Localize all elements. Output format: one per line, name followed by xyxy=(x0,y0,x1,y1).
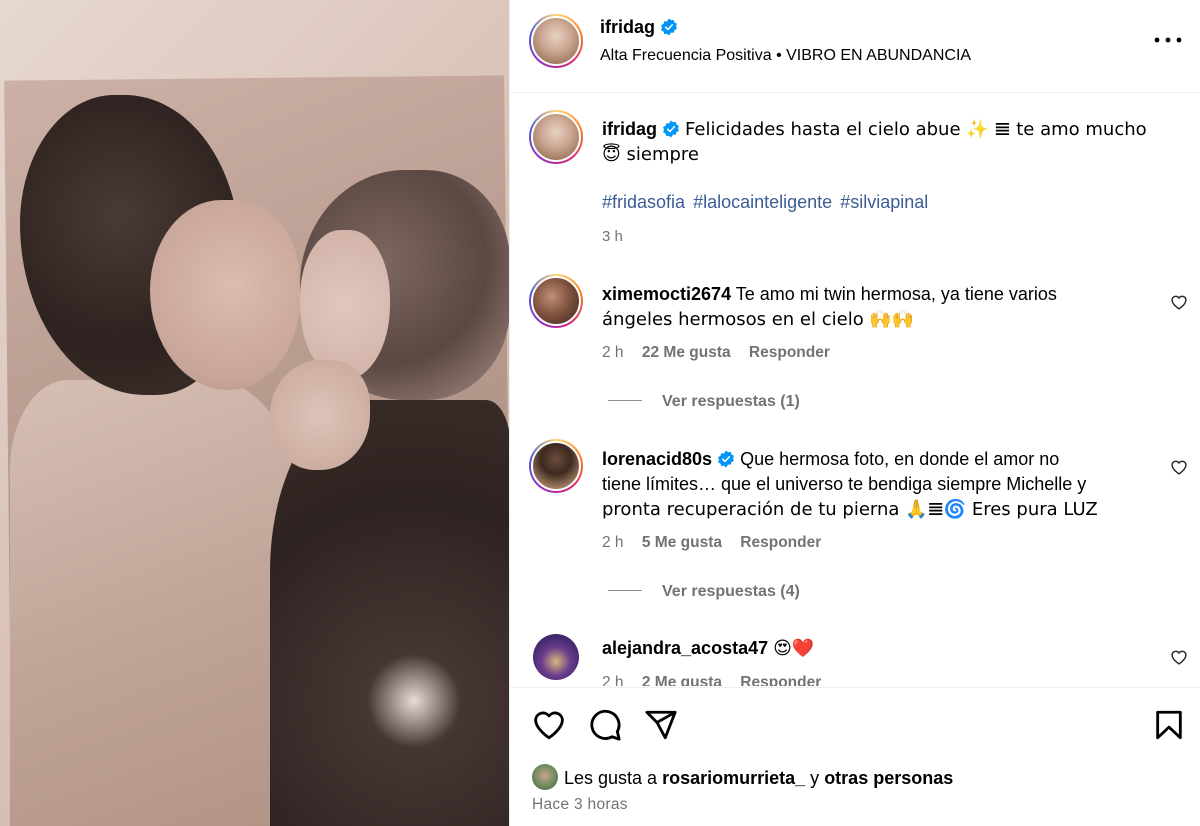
caption-username[interactable]: ifridag xyxy=(602,119,657,139)
comment-text: alejandra_acosta47 😍❤️ xyxy=(602,636,1162,661)
comment-likes[interactable]: 22 Me gusta xyxy=(642,344,731,361)
replies-divider xyxy=(608,400,642,401)
caption-line-2: 😇 siempre xyxy=(602,144,699,165)
comment-likes[interactable]: 2 Me gusta xyxy=(642,674,722,686)
commenter-avatar[interactable] xyxy=(529,439,583,493)
comment-text: ximemocti2674 Te amo mi twin hermosa, ya… xyxy=(602,282,1162,332)
bookmark-icon[interactable] xyxy=(1152,708,1186,742)
caption-text: ifridag Felicidades hasta el cielo abue … xyxy=(602,117,1162,167)
comment-text: lorenacid80s Que hermosa foto, en donde … xyxy=(602,447,1162,522)
comment-line-3: pronta recuperación de tu pierna 🙏𝌆🌀 Ere… xyxy=(602,499,1098,520)
comment-meta: 2 h 5 Me gusta Responder xyxy=(602,534,821,552)
post-actions: Les gusta a rosariomurrieta_ y otras per… xyxy=(510,687,1200,826)
liker-avatar[interactable] xyxy=(532,764,558,790)
post-photo[interactable] xyxy=(0,0,509,826)
likes-summary: Les gusta a rosariomurrieta_ y otras per… xyxy=(532,764,953,790)
comment-meta: 2 h 22 Me gusta Responder xyxy=(602,344,830,362)
comment-username[interactable]: alejandra_acosta47 xyxy=(602,638,768,658)
more-options-icon[interactable] xyxy=(1150,28,1186,52)
comments-list[interactable]: ifridag Felicidades hasta el cielo abue … xyxy=(510,94,1200,686)
post-timestamp[interactable]: Hace 3 horas xyxy=(532,796,628,814)
verified-badge-icon xyxy=(661,18,677,36)
view-replies-label: Ver respuestas (4) xyxy=(662,583,800,600)
comment-time: 2 h xyxy=(602,344,624,361)
post-panel: ifridag Alta Frecuencia Positiva • VIBRO… xyxy=(509,0,1200,826)
comment-line-1: Que hermosa foto, en donde el amor no xyxy=(740,449,1060,469)
caption-time: 3 h xyxy=(602,228,623,245)
commenter-avatar[interactable] xyxy=(529,274,583,328)
caption-line-1: Felicidades hasta el cielo abue ✨ 𝌆 te a… xyxy=(685,119,1147,140)
hashtag-link[interactable]: #lalocainteligente xyxy=(693,192,832,212)
share-icon[interactable] xyxy=(644,708,678,742)
reply-button[interactable]: Responder xyxy=(740,674,821,686)
comment-username[interactable]: lorenacid80s xyxy=(602,449,712,469)
view-replies-button[interactable]: Ver respuestas (1) xyxy=(608,393,800,411)
comment-likes[interactable]: 5 Me gusta xyxy=(642,534,722,551)
comment-line-1: Te amo mi twin hermosa, ya tiene varios xyxy=(735,284,1057,304)
hashtag-link[interactable]: #fridasofia xyxy=(602,192,685,212)
heart-icon[interactable] xyxy=(532,708,566,742)
commenter-avatar[interactable] xyxy=(533,634,579,680)
author-username-row: ifridag xyxy=(600,17,678,38)
author-avatar[interactable] xyxy=(529,14,583,68)
comment-line-1: 😍❤️ xyxy=(773,638,815,659)
comment-username[interactable]: ximemocti2674 xyxy=(602,284,731,304)
comment-icon[interactable] xyxy=(588,708,622,742)
caption-avatar[interactable] xyxy=(529,110,583,164)
view-replies-button[interactable]: Ver respuestas (4) xyxy=(608,583,800,601)
reply-button[interactable]: Responder xyxy=(740,534,821,551)
comment-meta: 2 h 2 Me gusta Responder xyxy=(602,674,821,686)
comment-like-heart-icon[interactable] xyxy=(1170,294,1188,310)
likes-others-link[interactable]: otras personas xyxy=(824,768,953,788)
view-replies-label: Ver respuestas (1) xyxy=(662,393,800,410)
replies-divider xyxy=(608,590,642,591)
caption-hashtags: #fridasofia #lalocainteligente #silviapi… xyxy=(602,192,931,213)
post-header: ifridag Alta Frecuencia Positiva • VIBRO… xyxy=(510,0,1200,93)
verified-badge-icon xyxy=(718,450,734,468)
author-username[interactable]: ifridag xyxy=(600,17,655,37)
comment-line-2: ángeles hermosos en el cielo 🙌🙌 xyxy=(602,309,915,330)
verified-badge-icon xyxy=(663,120,679,138)
liker-username[interactable]: rosariomurrieta_ xyxy=(662,768,805,788)
photo-hand xyxy=(270,360,370,470)
comment-time: 2 h xyxy=(602,534,624,551)
comment-line-2: tiene límites… que el universo te bendig… xyxy=(602,474,1087,494)
comment-like-heart-icon[interactable] xyxy=(1170,649,1188,665)
reply-button[interactable]: Responder xyxy=(749,344,830,361)
comment-time: 2 h xyxy=(602,674,624,686)
post-location[interactable]: Alta Frecuencia Positiva • VIBRO EN ABUN… xyxy=(600,47,971,65)
likes-prefix: Les gusta a xyxy=(564,768,658,788)
photo-child-face xyxy=(300,230,390,380)
comment-like-heart-icon[interactable] xyxy=(1170,459,1188,475)
hashtag-link[interactable]: #silviapinal xyxy=(840,192,928,212)
likes-joiner: y xyxy=(810,768,820,788)
photo-robe xyxy=(10,380,300,826)
